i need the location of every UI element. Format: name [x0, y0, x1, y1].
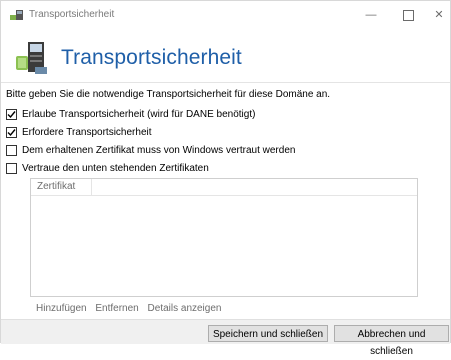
close-button[interactable]: ✕ [419, 5, 451, 25]
column-header-certificate[interactable]: Zertifikat [31, 179, 92, 195]
transport-security-icon [10, 9, 24, 21]
checkbox-unchecked-icon[interactable] [6, 144, 17, 156]
minimize-button[interactable]: — [351, 5, 391, 25]
option-allow-transport-security[interactable]: Erlaube Transportsicherheit (wird für DA… [6, 107, 255, 121]
option-windows-trusted-cert[interactable]: Dem erhaltenen Zertifikat muss von Windo… [6, 143, 295, 157]
add-link[interactable]: Hinzufügen [36, 303, 87, 314]
save-and-close-button[interactable]: Speichern und schließen [208, 325, 328, 342]
dialog-window: Transportsicherheit — ✕ Transportsicherh… [0, 0, 451, 357]
option-label: Erlaube Transportsicherheit (wird für DA… [22, 108, 256, 120]
certificate-list-header: Zertifikat [31, 179, 417, 196]
option-require-transport-security[interactable]: Erfordere Transportsicherheit [6, 125, 152, 139]
maximize-icon [402, 9, 414, 21]
option-label: Erfordere Transportsicherheit [22, 126, 152, 138]
window-title: Transportsicherheit [29, 9, 115, 20]
option-label: Vertraue den unten stehenden Zertifikate… [22, 162, 209, 174]
details-link[interactable]: Details anzeigen [148, 303, 222, 314]
checkbox-checked-icon[interactable] [6, 108, 17, 120]
page-title: Transportsicherheit [61, 46, 242, 69]
button-bar: Speichern und schließen Abbrechen und sc… [1, 319, 450, 357]
server-transport-icon [15, 39, 49, 75]
instructions-text: Bitte geben Sie die notwendige Transport… [6, 89, 331, 100]
cancel-and-close-button[interactable]: Abbrechen und schließen [334, 325, 449, 357]
remove-link[interactable]: Entfernen [95, 303, 138, 314]
checkbox-unchecked-icon[interactable] [6, 162, 17, 174]
certificate-actions: Hinzufügen Entfernen Details anzeigen [36, 303, 227, 314]
certificate-list[interactable]: Zertifikat [30, 178, 418, 297]
checkbox-checked-icon[interactable] [6, 126, 17, 138]
option-trust-listed-certs[interactable]: Vertraue den unten stehenden Zertifikate… [6, 161, 209, 175]
header-divider [1, 82, 450, 83]
option-label: Dem erhaltenen Zertifikat muss von Windo… [22, 144, 296, 156]
title-bar[interactable]: Transportsicherheit — ✕ [1, 1, 450, 29]
